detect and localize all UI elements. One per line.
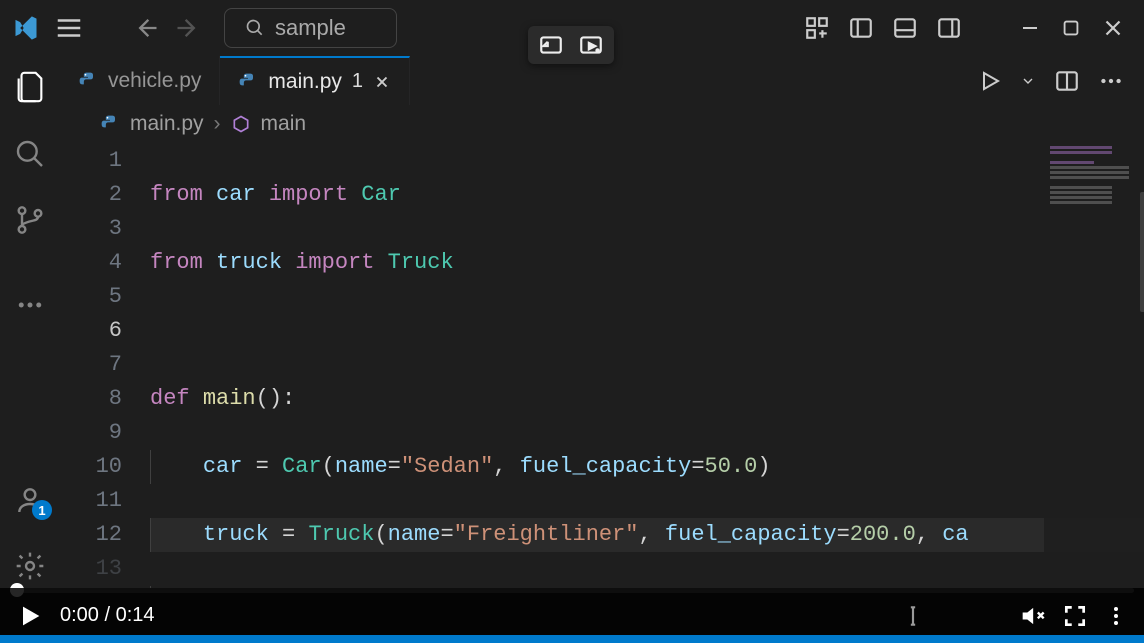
- status-bar: [0, 635, 1144, 643]
- activity-search[interactable]: [14, 138, 46, 170]
- pip-enter-icon[interactable]: [538, 32, 564, 58]
- window-maximize-icon[interactable]: [1060, 17, 1082, 39]
- gear-icon: [14, 550, 46, 582]
- breadcrumb-separator: ›: [214, 112, 221, 136]
- tab-label: main.py: [268, 70, 342, 94]
- breadcrumb[interactable]: main.py › main: [60, 106, 1144, 142]
- search-icon: [14, 138, 46, 170]
- activity-explorer[interactable]: [13, 70, 47, 104]
- toggle-secondary-sidebar-icon[interactable]: [936, 15, 962, 41]
- git-branch-icon: [14, 204, 46, 236]
- volume-muted-icon[interactable]: [1018, 602, 1046, 630]
- python-file-icon: [238, 72, 258, 92]
- video-time: 0:00 / 0:14: [60, 604, 155, 627]
- search-icon: [245, 18, 265, 38]
- activity-source-control[interactable]: [14, 204, 46, 236]
- hamburger-menu-icon[interactable]: [54, 13, 84, 43]
- activity-more[interactable]: [15, 290, 45, 320]
- run-icon[interactable]: [978, 69, 1002, 93]
- video-more-icon[interactable]: [1104, 604, 1128, 628]
- close-tab-icon[interactable]: [373, 73, 391, 91]
- nav-back-icon[interactable]: [132, 14, 160, 42]
- window-minimize-icon[interactable]: [1018, 16, 1042, 40]
- tab-label: vehicle.py: [108, 69, 201, 93]
- activity-settings[interactable]: [14, 550, 46, 582]
- vscode-logo-icon: [12, 14, 40, 42]
- editor-group: vehicle.py main.py 1 main.py › main: [60, 56, 1144, 588]
- files-icon: [13, 70, 47, 104]
- window-close-icon[interactable]: [1100, 15, 1126, 41]
- ellipsis-icon: [15, 290, 45, 320]
- python-file-icon: [78, 71, 98, 91]
- pip-cast-icon[interactable]: [578, 32, 604, 58]
- layout-customize-icon[interactable]: [804, 15, 830, 41]
- toggle-sidebar-icon[interactable]: [848, 15, 874, 41]
- tab-vehicle-py[interactable]: vehicle.py: [60, 56, 220, 105]
- code-editor[interactable]: 12345678910111213 from car import Car fr…: [60, 142, 1144, 588]
- activity-accounts[interactable]: 1: [14, 484, 46, 516]
- breadcrumb-file: main.py: [130, 112, 204, 136]
- tab-dirty-count: 1: [352, 70, 363, 93]
- editor-actions: [978, 68, 1144, 94]
- breadcrumb-symbol: main: [261, 112, 307, 136]
- play-icon[interactable]: [16, 602, 44, 630]
- activity-bar: 1: [0, 56, 60, 588]
- search-placeholder: sample: [275, 15, 346, 41]
- text-cursor-icon[interactable]: [900, 600, 926, 632]
- code-content[interactable]: from car import Car from truck import Tr…: [150, 142, 1144, 588]
- accounts-badge: 1: [32, 500, 52, 520]
- run-dropdown-icon[interactable]: [1020, 73, 1036, 89]
- pip-overlay: [528, 26, 614, 64]
- command-center-search[interactable]: sample: [224, 8, 397, 48]
- minimap-scrollbar[interactable]: [1140, 192, 1144, 312]
- minimap[interactable]: [1044, 142, 1144, 588]
- more-actions-icon[interactable]: [1098, 68, 1124, 94]
- line-number-gutter: 12345678910111213: [60, 142, 150, 588]
- symbol-method-icon: [231, 114, 251, 134]
- python-file-icon: [100, 114, 120, 134]
- tab-main-py[interactable]: main.py 1: [220, 56, 410, 105]
- nav-forward-icon[interactable]: [174, 14, 202, 42]
- toggle-panel-icon[interactable]: [892, 15, 918, 41]
- fullscreen-icon[interactable]: [1062, 603, 1088, 629]
- split-editor-icon[interactable]: [1054, 68, 1080, 94]
